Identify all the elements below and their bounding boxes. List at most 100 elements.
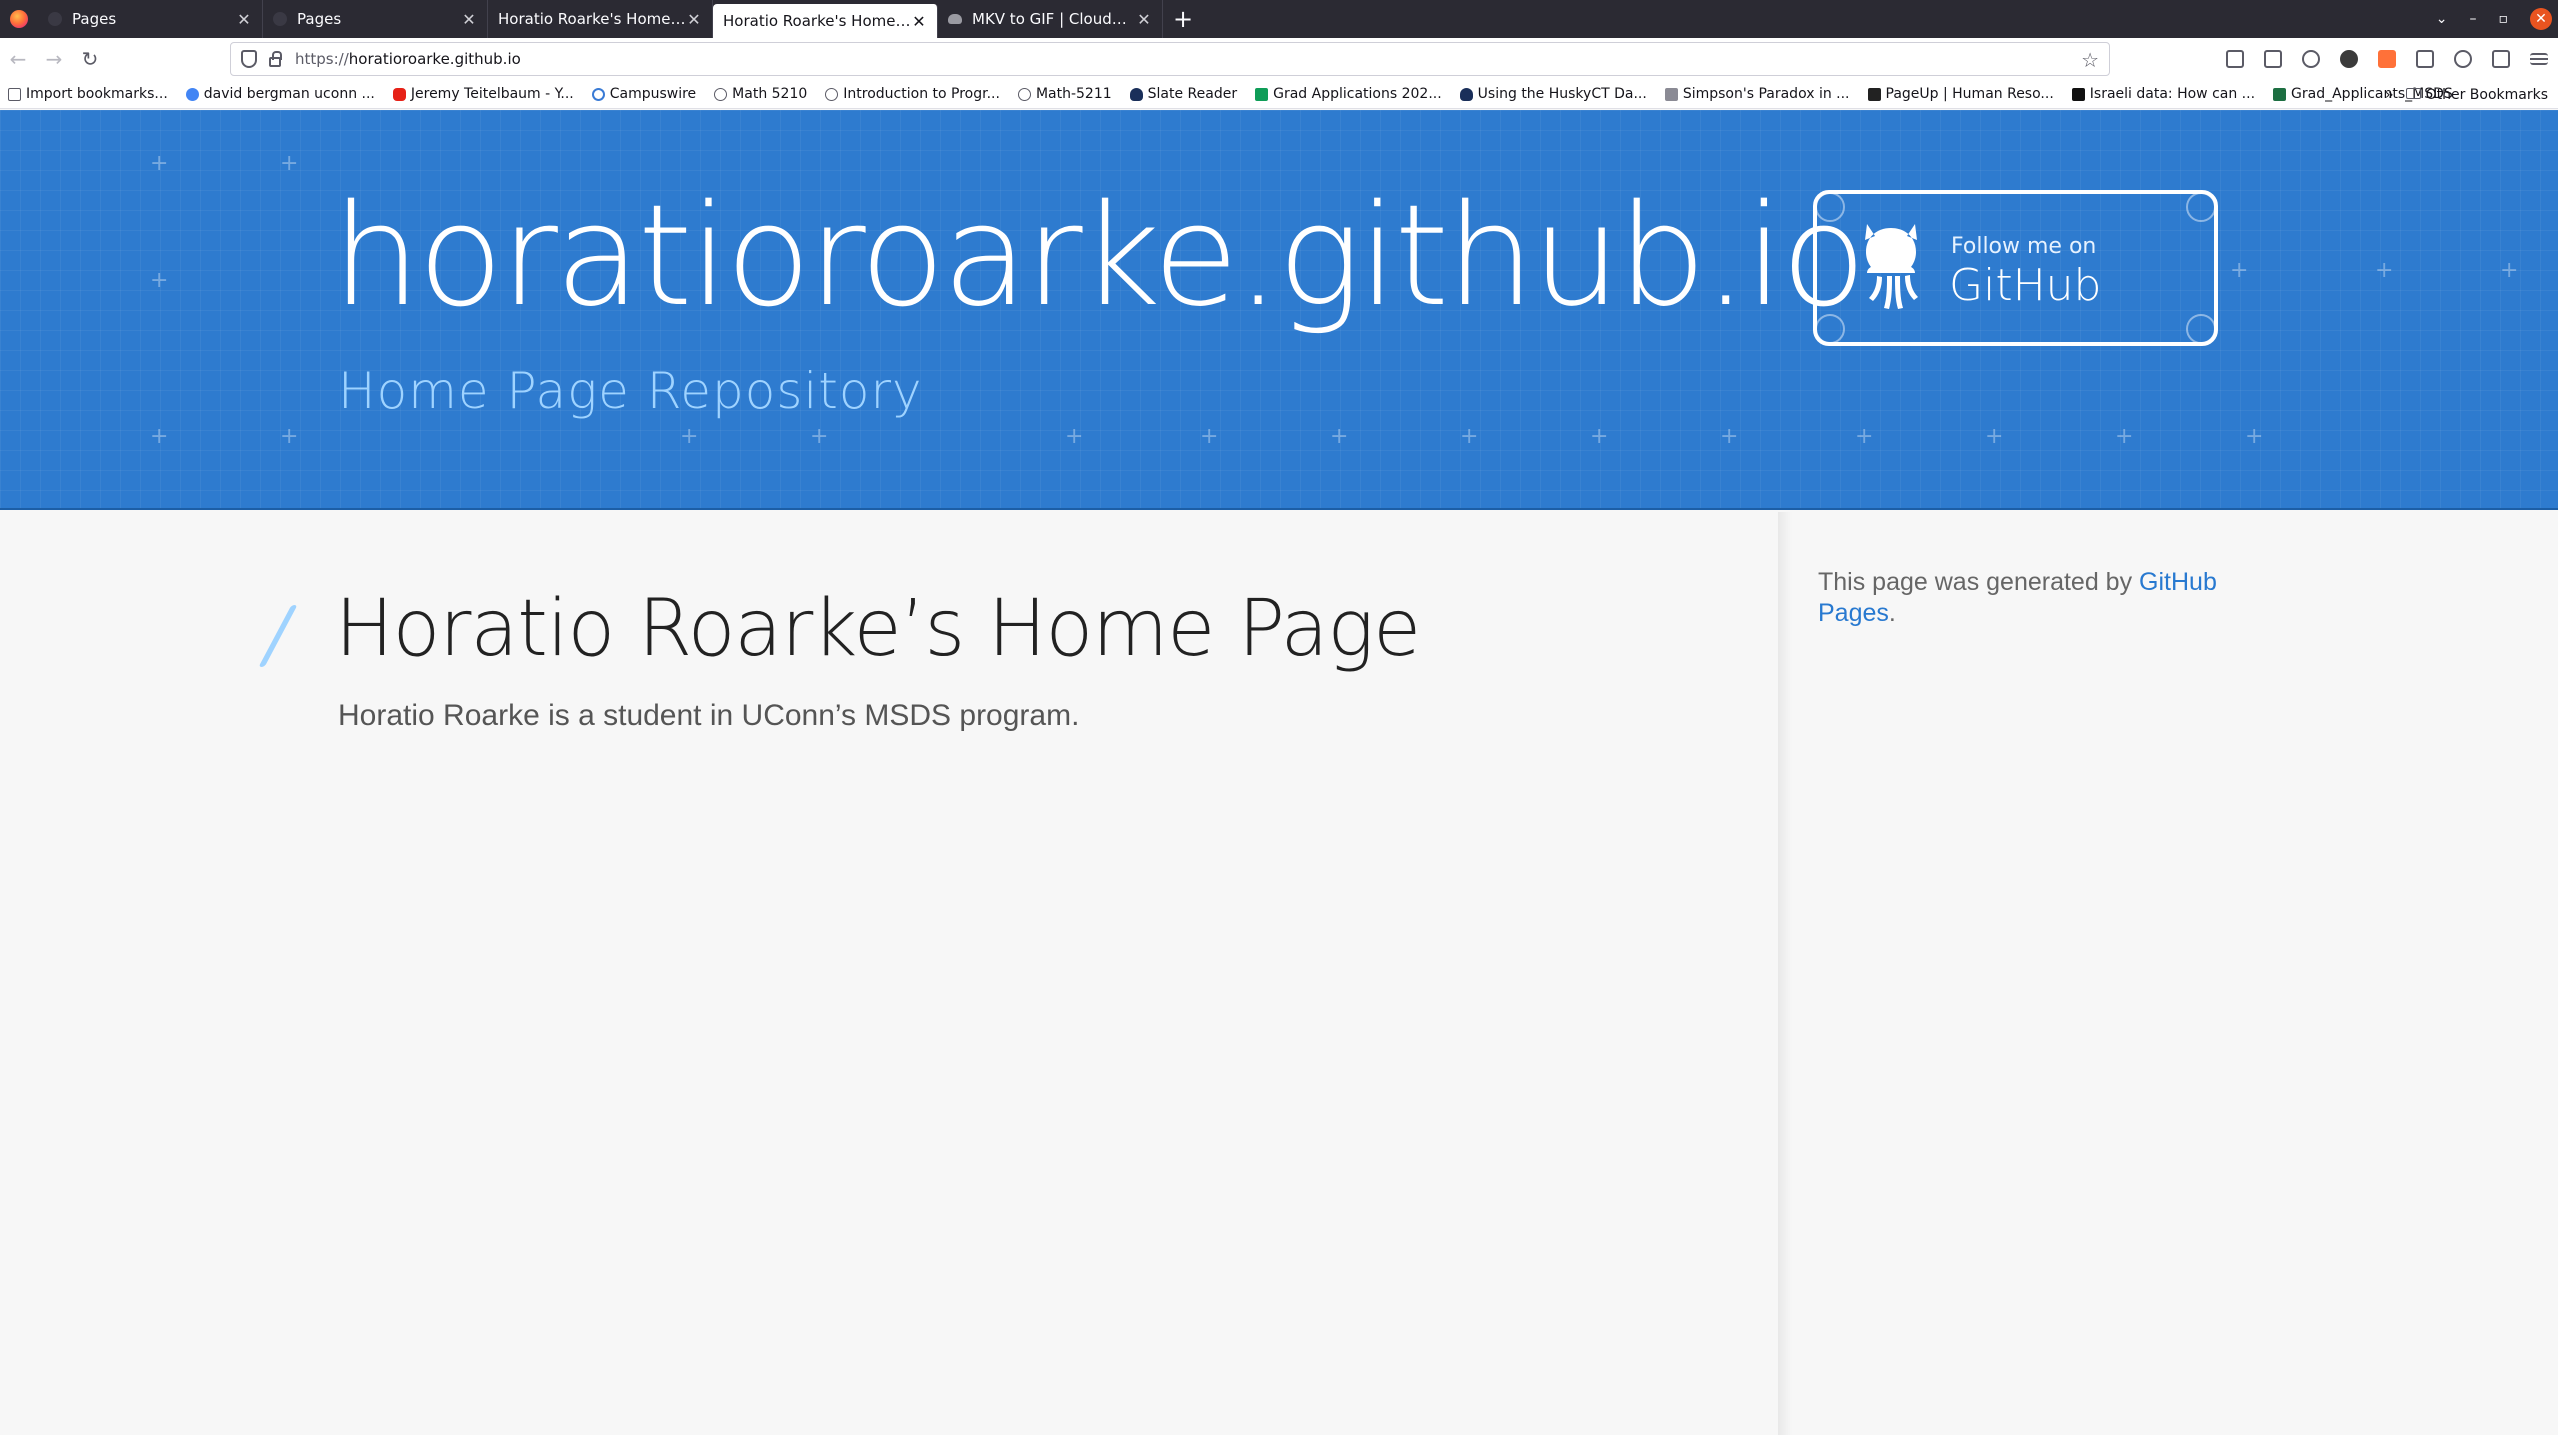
close-tab-icon[interactable]: ✕ xyxy=(911,12,927,31)
page-paragraph: Horatio Roarke is a student in UConn’s M… xyxy=(338,699,1080,732)
firefox-logo-icon[interactable] xyxy=(0,0,38,38)
bookmark-label: Slate Reader xyxy=(1147,86,1238,102)
tab-home-page-active[interactable]: Horatio Roarke's Home Page ✕ xyxy=(713,4,938,38)
pocket-icon[interactable] xyxy=(2264,50,2282,68)
github-favicon-icon xyxy=(273,12,287,26)
bookmark-item[interactable]: PageUp | Human Reso... xyxy=(1867,86,2054,102)
bookmark-item[interactable]: Simpson's Paradox in ... xyxy=(1664,86,1850,102)
grid-plus-decoration: + xyxy=(1590,424,1609,449)
bookmark-label: PageUp | Human Reso... xyxy=(1885,86,2054,102)
sidebar-credit-prefix: This page was generated by xyxy=(1818,568,2140,596)
close-window-icon[interactable]: ✕ xyxy=(2530,8,2552,30)
tab-title: Pages xyxy=(297,10,342,28)
campuswire-icon xyxy=(591,87,605,101)
bookmark-item[interactable]: Israeli data: How can ... xyxy=(2071,86,2255,102)
bookmark-label: Introduction to Progr... xyxy=(843,86,1000,102)
close-tab-icon[interactable]: ✕ xyxy=(461,10,477,29)
corner-decoration xyxy=(2186,314,2216,344)
extension-tool-icon[interactable] xyxy=(2454,50,2472,68)
github-text: GitHub xyxy=(1949,260,2102,311)
corner-decoration xyxy=(2186,192,2216,222)
url-bar[interactable]: https:// horatioroarke.github.io ☆ xyxy=(230,42,2110,76)
bookmark-label: Using the HuskyCT Da... xyxy=(1477,86,1647,102)
hamburger-menu-icon[interactable] xyxy=(2530,53,2548,65)
tracking-protection-shield-icon[interactable] xyxy=(241,50,257,68)
tab-title: Pages xyxy=(72,10,117,28)
bookmark-label: Grad Applications 202... xyxy=(1273,86,1442,102)
other-bookmarks-label: Other Bookmarks xyxy=(2425,86,2548,103)
bookmarks-library-icon[interactable] xyxy=(2226,50,2244,68)
site-icon xyxy=(2071,87,2085,101)
pageup-icon xyxy=(1867,87,1881,101)
extensions-puzzle-icon[interactable] xyxy=(2492,50,2510,68)
follow-on-github-button[interactable]: Follow me on GitHub xyxy=(1813,190,2218,346)
bookmark-item[interactable]: Jeremy Teitelbaum - Y... xyxy=(392,86,574,102)
globe-icon xyxy=(825,87,839,101)
reload-icon[interactable]: ↻ xyxy=(72,41,108,77)
corner-decoration xyxy=(1815,192,1845,222)
list-all-tabs-icon[interactable]: ⌄ xyxy=(2436,11,2448,27)
bookmark-label: Math 5210 xyxy=(732,86,808,102)
cloudconvert-favicon-icon xyxy=(948,14,962,24)
bookmark-item[interactable]: Slate Reader xyxy=(1129,86,1238,102)
lock-icon[interactable] xyxy=(269,51,282,67)
other-bookmarks-folder[interactable]: Other Bookmarks xyxy=(2405,86,2548,103)
bookmark-label: Math-5211 xyxy=(1035,86,1112,102)
bookmark-item[interactable]: Campuswire xyxy=(591,86,696,102)
grid-plus-decoration: + xyxy=(150,268,169,293)
site-title: horatioroarke.github.io xyxy=(332,175,1867,338)
bookmark-item[interactable]: Grad Applications 202... xyxy=(1255,86,1442,102)
new-tab-button[interactable]: + xyxy=(1163,0,1203,38)
restore-icon[interactable]: ▫ xyxy=(2499,11,2509,27)
window-controls: ⌄ – ▫ ✕ xyxy=(2436,0,2558,38)
downloads-icon[interactable] xyxy=(2302,50,2320,68)
sidebar-credit-suffix: . xyxy=(1888,599,1896,628)
excel-icon xyxy=(2273,87,2287,101)
bookmark-item[interactable]: Using the HuskyCT Da... xyxy=(1459,86,1647,102)
bookmark-star-icon[interactable]: ☆ xyxy=(2081,48,2099,72)
bookmark-label: Import bookmarks... xyxy=(26,86,168,102)
tab-cloudconvert[interactable]: MKV to GIF | CloudConvert ✕ xyxy=(938,0,1163,38)
page-icon xyxy=(1664,87,1678,101)
forward-arrow-icon[interactable]: → xyxy=(36,41,72,77)
sidebar-divider xyxy=(1778,512,1792,1435)
grid-plus-decoration: + xyxy=(1985,424,2004,449)
url-host: horatioroarke.github.io xyxy=(348,50,521,68)
tab-title: Horatio Roarke's Home Page xyxy=(498,10,686,28)
import-icon xyxy=(8,87,21,101)
grid-plus-decoration: + xyxy=(150,151,169,176)
grid-plus-decoration: + xyxy=(810,424,829,449)
bookmark-item[interactable]: Import bookmarks... xyxy=(8,86,168,102)
extension-orange-icon[interactable] xyxy=(2378,50,2396,68)
bookmark-item[interactable]: Math 5210 xyxy=(714,86,807,102)
grid-plus-decoration: + xyxy=(2500,258,2519,283)
bookmark-item[interactable]: Math-5211 xyxy=(1017,86,1112,102)
bookmark-item[interactable]: Introduction to Progr... xyxy=(825,86,1000,102)
main-content: Horatio Roarke’s Home Page Horatio Roark… xyxy=(0,512,2558,1435)
url-protocol: https:// xyxy=(295,50,349,68)
follow-text: Follow me on xyxy=(1951,234,2097,259)
back-arrow-icon[interactable]: ← xyxy=(0,41,36,77)
grid-plus-decoration: + xyxy=(280,151,299,176)
close-tab-icon[interactable]: ✕ xyxy=(1136,10,1152,29)
uconn-icon xyxy=(1459,87,1473,101)
extension-dark-icon[interactable] xyxy=(2340,50,2358,68)
extension-qr-icon[interactable] xyxy=(2416,50,2434,68)
youtube-icon xyxy=(392,87,406,101)
google-icon xyxy=(185,87,199,101)
tab-home-page-1[interactable]: Horatio Roarke's Home Page ✕ xyxy=(488,0,713,38)
minimize-icon[interactable]: – xyxy=(2470,11,2477,27)
tab-pages-1[interactable]: Pages ✕ xyxy=(38,0,263,38)
grid-plus-decoration: + xyxy=(1460,424,1479,449)
bookmark-label: Jeremy Teitelbaum - Y... xyxy=(410,86,574,102)
bookmark-item[interactable]: david bergman uconn ... xyxy=(185,86,375,102)
octocat-icon xyxy=(1865,224,1918,309)
close-tab-icon[interactable]: ✕ xyxy=(236,10,252,29)
corner-decoration xyxy=(1815,314,1845,344)
bookmarks-overflow-icon[interactable]: » xyxy=(2385,87,2394,103)
grid-plus-decoration: + xyxy=(1720,424,1739,449)
grid-plus-decoration: + xyxy=(1855,424,1874,449)
grid-plus-decoration: + xyxy=(1065,424,1084,449)
close-tab-icon[interactable]: ✕ xyxy=(686,10,702,29)
tab-pages-2[interactable]: Pages ✕ xyxy=(263,0,488,38)
